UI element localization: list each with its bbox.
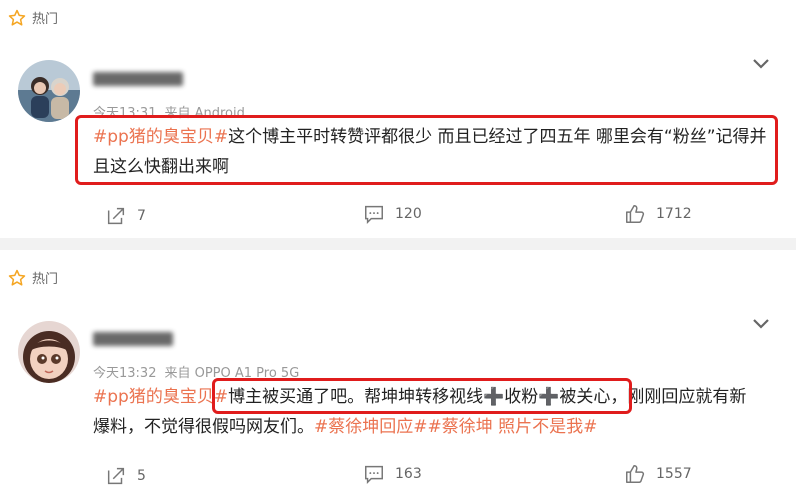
comment-card: 热门 今天13:32 来自 OPPO A1 Pro 5G #pp猪的臭宝贝#博主被… — [0, 250, 796, 497]
username[interactable] — [93, 332, 173, 350]
share-icon — [107, 207, 125, 225]
like-button[interactable]: 1557 — [624, 463, 692, 485]
topic-tag[interactable]: #蔡徐坤 照片不是我# — [428, 417, 598, 437]
comment-card: 热门 今天13:31 来自 Android #pp猪的臭宝贝#这个博主平时转赞评都… — [0, 0, 796, 238]
highlight-box — [75, 115, 778, 185]
comment-icon — [365, 205, 383, 225]
timestamp: 今天13:32 — [93, 366, 157, 381]
username[interactable] — [93, 72, 183, 90]
share-count: 7 — [137, 208, 146, 224]
share-button[interactable]: 5 — [105, 465, 146, 487]
hot-badge: 热门 — [8, 268, 58, 287]
like-count: 1712 — [656, 206, 692, 222]
topic-tag[interactable]: #蔡徐坤回应# — [314, 417, 428, 437]
share-count: 5 — [137, 468, 146, 484]
hot-badge: 热门 — [8, 8, 58, 27]
divider — [0, 238, 796, 250]
share-icon — [107, 467, 125, 485]
chevron-down-icon[interactable] — [752, 318, 770, 330]
star-icon — [8, 269, 26, 286]
highlight-box — [212, 378, 632, 414]
comment-count: 163 — [395, 466, 422, 482]
text-line2: 爆料，不觉得很假吗网友们。 — [93, 417, 314, 437]
avatar[interactable] — [18, 60, 80, 122]
hot-label: 热门 — [32, 272, 59, 287]
like-button[interactable]: 1712 — [624, 203, 692, 225]
like-count: 1557 — [656, 466, 692, 482]
chevron-down-icon[interactable] — [752, 58, 770, 70]
comment-icon — [365, 465, 383, 485]
thumbs-up-icon — [626, 465, 645, 483]
star-icon — [8, 9, 26, 26]
comment-button[interactable]: 120 — [363, 203, 422, 225]
share-button[interactable]: 7 — [105, 205, 146, 227]
avatar[interactable] — [18, 321, 80, 383]
topic-tag[interactable]: #pp猪的臭宝贝# — [93, 387, 228, 407]
comment-count: 120 — [395, 206, 422, 222]
thumbs-up-icon — [626, 205, 645, 223]
hot-label: 热门 — [32, 12, 59, 27]
comment-button[interactable]: 163 — [363, 463, 422, 485]
